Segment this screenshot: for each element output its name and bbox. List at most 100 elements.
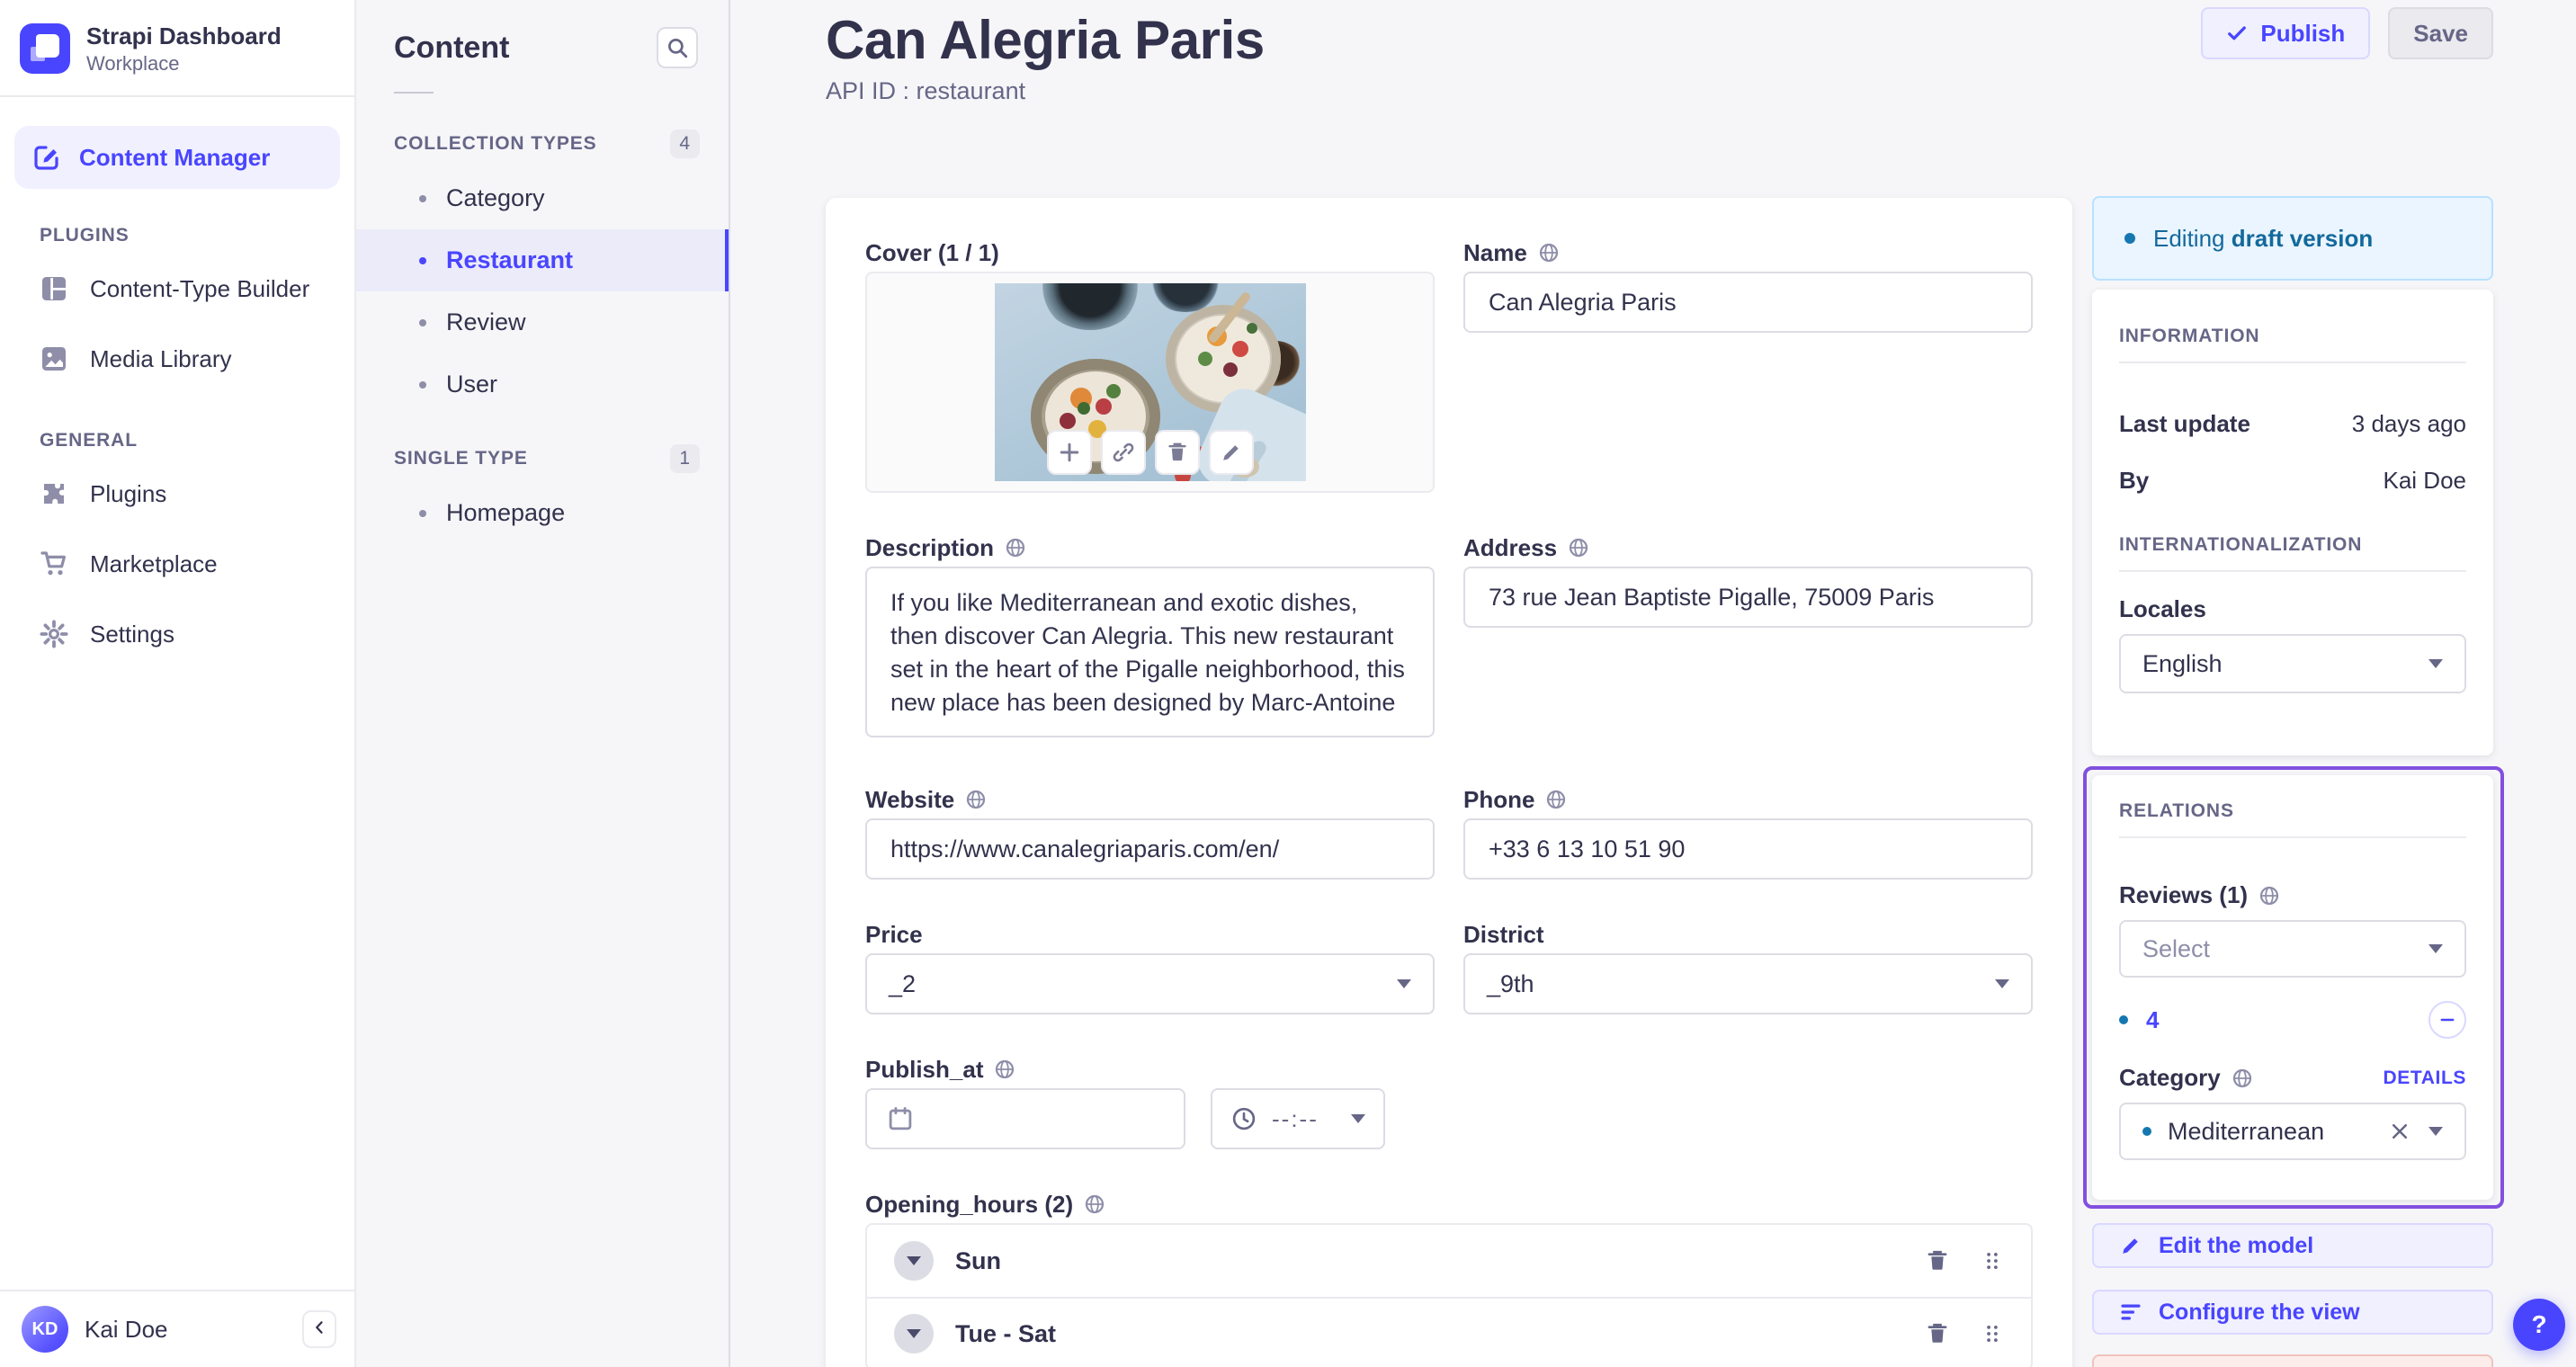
search-button[interactable]: [657, 27, 698, 68]
single-type-count-badge: 1: [670, 444, 700, 473]
save-label: Save: [2413, 19, 2468, 47]
by-value: Kai Doe: [2383, 467, 2467, 494]
main-sidebar: Strapi Dashboard Workplace Content Manag…: [0, 0, 356, 1367]
phone-input[interactable]: [1463, 818, 2033, 880]
header-actions: Publish Save: [2201, 7, 2493, 59]
opening-hours-label: Opening_hours (2): [865, 1191, 1074, 1218]
media-image-icon: [40, 344, 68, 373]
reviews-label: Reviews (1): [2119, 881, 2249, 908]
configure-view-button[interactable]: Configure the view: [2092, 1290, 2493, 1335]
description-textarea[interactable]: If you like Mediterranean and exotic dis…: [865, 567, 1435, 737]
chevron-down-icon: [1397, 979, 1411, 988]
remove-relation-button[interactable]: [2428, 1001, 2466, 1039]
sidebar-item-content-type-builder[interactable]: Content-Type Builder: [0, 254, 354, 324]
reviews-placeholder: Select: [2142, 934, 2211, 962]
globe-icon: [965, 789, 987, 810]
edit-pencil-icon: [32, 143, 61, 172]
sidebar-item-marketplace[interactable]: Marketplace: [0, 529, 354, 599]
expand-toggle-button[interactable]: [894, 1241, 934, 1281]
cart-icon: [40, 549, 68, 578]
name-input[interactable]: [1463, 272, 2033, 333]
sidebar-item-media-library[interactable]: Media Library: [0, 324, 354, 394]
locales-select[interactable]: English: [2119, 634, 2466, 693]
information-card: INFORMATION Last update 3 days ago By Ka…: [2092, 290, 2493, 755]
opening-hours-row-sun[interactable]: Sun: [867, 1225, 2031, 1297]
content-type-user[interactable]: User: [356, 353, 729, 415]
content-type-homepage[interactable]: Homepage: [356, 482, 729, 544]
drag-handle-icon[interactable]: [1981, 1322, 2004, 1345]
publish-at-time-input[interactable]: --:--: [1211, 1088, 1385, 1149]
address-input[interactable]: [1463, 567, 2033, 628]
search-icon: [666, 36, 689, 59]
chevron-down-icon: [907, 1256, 921, 1265]
opening-hours-row-tue-sat[interactable]: Tue - Sat: [867, 1297, 2031, 1367]
district-select[interactable]: _9th: [1463, 953, 2033, 1014]
district-value: _9th: [1487, 969, 1534, 997]
content-panel-title: Content: [394, 30, 510, 65]
content-type-review[interactable]: Review: [356, 291, 729, 353]
category-select[interactable]: Mediterranean: [2119, 1103, 2466, 1160]
content-panel: Content COLLECTION TYPES 4 Category Rest…: [356, 0, 730, 1367]
sidebar-section-general: GENERAL: [40, 430, 138, 451]
drag-handle-icon[interactable]: [1981, 1249, 2004, 1273]
delete-entry-button[interactable]: [1925, 1321, 1950, 1346]
reviews-select[interactable]: Select: [2119, 920, 2466, 978]
collapse-sidebar-button[interactable]: [302, 1310, 336, 1348]
delete-media-button[interactable]: [1154, 430, 1200, 475]
chevron-down-icon: [1995, 979, 2009, 988]
strapi-logo-icon: [20, 23, 70, 74]
publish-at-date-input[interactable]: [865, 1088, 1185, 1149]
content-type-label: Homepage: [446, 499, 566, 526]
clear-icon[interactable]: [2389, 1121, 2411, 1142]
publish-label: Publish: [2260, 19, 2346, 47]
information-title: INFORMATION: [2119, 326, 2260, 346]
copy-link-button[interactable]: [1100, 430, 1146, 475]
content-type-category[interactable]: Category: [356, 167, 729, 229]
save-button[interactable]: Save: [2388, 7, 2493, 59]
internationalization-title: INTERNATIONALIZATION: [2119, 534, 2363, 555]
sidebar-footer: KD Kai Doe: [0, 1290, 354, 1367]
content-type-label: User: [446, 371, 498, 398]
api-id-subtitle: API ID : restaurant: [826, 77, 1026, 104]
price-value: _2: [889, 969, 917, 997]
expand-toggle-button[interactable]: [894, 1314, 934, 1354]
status-dot-icon: [2124, 233, 2135, 244]
page-title: Can Alegria Paris: [826, 10, 1265, 70]
delete-entry-button-partial[interactable]: [2092, 1354, 2493, 1367]
address-label: Address: [1463, 534, 1558, 561]
brand-title: Strapi Dashboard: [86, 22, 282, 49]
website-input[interactable]: [865, 818, 1435, 880]
cover-label: Cover (1 / 1): [865, 239, 999, 266]
opening-hours-accordion: Sun Tue - Sat: [865, 1223, 2033, 1367]
sidebar-item-label: Plugins: [90, 479, 167, 507]
chevron-down-icon: [907, 1329, 921, 1338]
opening-hours-item-title: Sun: [955, 1246, 1001, 1274]
details-link[interactable]: DETAILS: [2384, 1068, 2466, 1089]
delete-entry-button[interactable]: [1925, 1248, 1950, 1273]
add-media-button[interactable]: [1046, 430, 1092, 475]
edit-model-button[interactable]: Edit the model: [2092, 1223, 2493, 1268]
price-select[interactable]: _2: [865, 953, 1435, 1014]
clock-icon: [1230, 1105, 1257, 1132]
help-button[interactable]: ?: [2513, 1299, 2565, 1351]
publish-button[interactable]: Publish: [2201, 7, 2371, 59]
bullet-icon: [419, 380, 426, 389]
add-icon: [1058, 441, 1081, 464]
edit-media-button[interactable]: [1208, 430, 1254, 475]
sidebar-item-content-manager[interactable]: Content Manager: [14, 126, 340, 189]
district-label: District: [1463, 921, 1544, 948]
sidebar-item-settings[interactable]: Settings: [0, 599, 354, 669]
content-type-restaurant[interactable]: Restaurant: [356, 229, 729, 291]
publish-at-label: Publish_at: [865, 1056, 984, 1083]
time-placeholder: --:--: [1272, 1104, 1319, 1132]
chevron-down-icon: [2428, 944, 2443, 953]
cover-field[interactable]: [865, 272, 1435, 493]
sidebar-item-plugins[interactable]: Plugins: [0, 459, 354, 529]
avatar[interactable]: KD: [22, 1306, 68, 1353]
brand[interactable]: Strapi Dashboard Workplace: [0, 0, 354, 95]
divider: [0, 95, 354, 97]
linked-review-link[interactable]: 4: [2146, 1006, 2159, 1034]
section-title-single-type: SINGLE TYPE: [394, 448, 528, 469]
strapi-dashboard: Strapi Dashboard Workplace Content Manag…: [0, 0, 2576, 1367]
bullet-icon: [419, 509, 426, 517]
